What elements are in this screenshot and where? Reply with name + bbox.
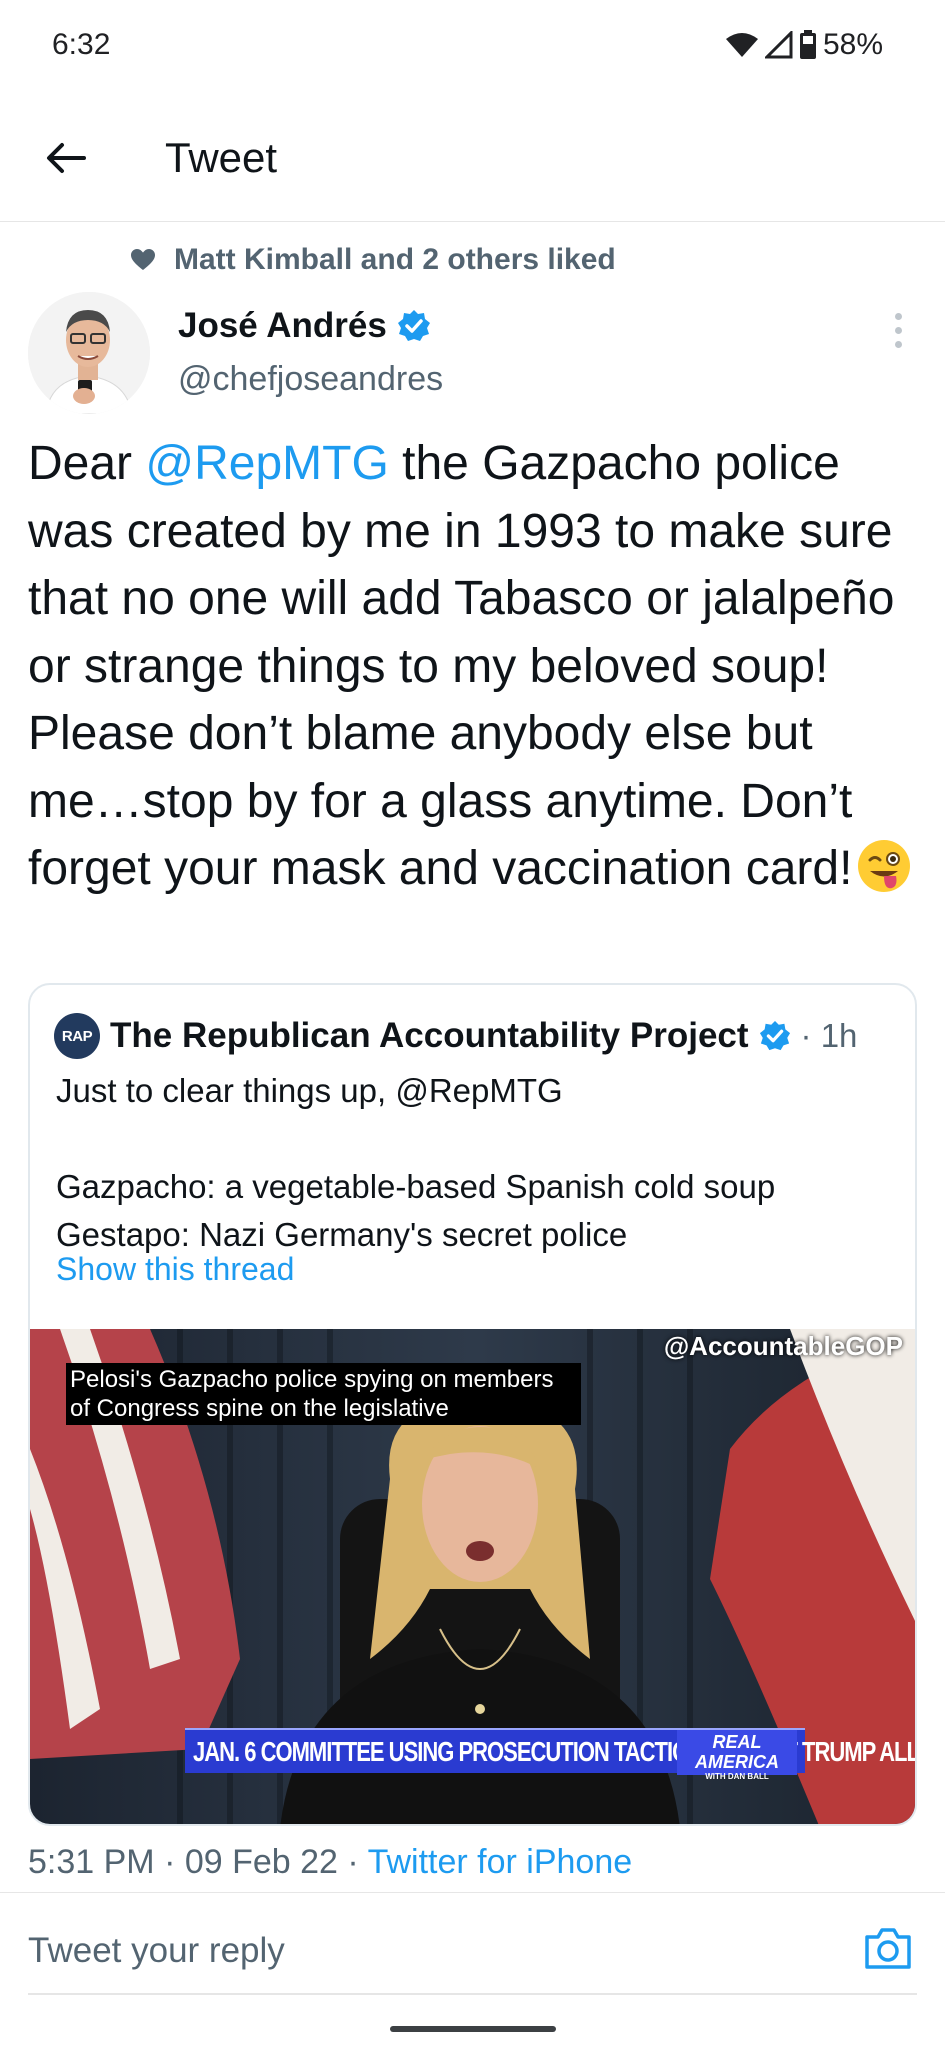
battery-percent: 58%: [822, 28, 883, 61]
more-dot-icon: [894, 312, 902, 320]
status-bar: 6:32 58%: [0, 0, 945, 94]
quoted-media-video[interactable]: @AccountableGOP Pelosi's Gazpacho police…: [30, 1329, 915, 1824]
arrow-left-icon: [47, 143, 86, 173]
quoted-line-2: Gazpacho: a vegetable-based Spanish cold…: [56, 1168, 776, 1205]
home-indicator[interactable]: [390, 2026, 556, 2032]
quoted-tweet-card[interactable]: RAP The Republican Accountability Projec…: [28, 983, 917, 1826]
reply-divider: [28, 1993, 917, 1995]
quoted-tweet-text: Just to clear things up, @RepMTG Gazpach…: [56, 1067, 906, 1259]
media-watermark: @AccountableGOP: [663, 1331, 903, 1361]
page-title: Tweet: [165, 134, 278, 181]
network-logo-line1: REAL: [712, 1732, 762, 1752]
news-chyron: JAN. 6 COMMITTEE USING PROSECUTION TACTI…: [185, 1728, 915, 1781]
reply-composer: Tweet your reply: [0, 1892, 945, 1996]
quoted-tweet-header: RAP The Republican Accountability Projec…: [54, 1013, 857, 1059]
battery-icon: [799, 30, 816, 59]
winking-face-with-tongue-icon: [858, 840, 911, 892]
timestamp-separator: ·: [154, 1843, 185, 1881]
signal-icon: [764, 31, 793, 59]
more-dot-icon: [894, 326, 902, 334]
media-caption: Pelosi's Gazpacho police spying on membe…: [66, 1363, 581, 1425]
network-logo-line3: WITH DAN BALL: [705, 1772, 769, 1781]
quoted-author-name: The Republican Accountability Project: [110, 1016, 749, 1055]
social-context[interactable]: Matt Kimball and 2 others liked: [130, 243, 616, 277]
author-display-name: José Andrés: [178, 306, 387, 345]
camera-icon: [865, 1928, 911, 1969]
timestamp-separator: ·: [337, 1843, 368, 1881]
author-name[interactable]: José Andrés: [178, 306, 431, 346]
more-dot-icon: [894, 340, 902, 348]
quoted-timestamp: · 1h: [800, 1017, 858, 1054]
quoted-avatar[interactable]: RAP: [54, 1013, 100, 1059]
network-logo-line2: AMERICA: [695, 1752, 779, 1772]
tweet-text-rest: the Gazpacho police was created by me in…: [28, 437, 895, 895]
mention-link[interactable]: @RepMTG: [145, 437, 388, 490]
camera-button[interactable]: [863, 1925, 913, 1971]
network-logo: REAL AMERICA WITH DAN BALL: [677, 1730, 797, 1781]
verified-badge-icon: [397, 310, 430, 341]
author-handle[interactable]: @chefjoseandres: [178, 360, 443, 399]
tweet-date[interactable]: 09 Feb 22: [185, 1843, 338, 1881]
show-thread-link[interactable]: Show this thread: [56, 1251, 294, 1288]
tweet-source-link[interactable]: Twitter for iPhone: [368, 1843, 633, 1881]
avatar-image: [28, 292, 150, 414]
wifi-icon: [725, 33, 758, 57]
social-context-text: Matt Kimball and 2 others liked: [174, 243, 616, 276]
tweet-time[interactable]: 5:31 PM: [28, 1843, 155, 1881]
chyron-text: JAN. 6 COMMITTEE USING PROSECUTION TACTI…: [193, 1735, 917, 1767]
quoted-line-1: Just to clear things up, @RepMTG: [56, 1072, 563, 1109]
status-time: 6:32: [52, 28, 111, 61]
reply-input[interactable]: Tweet your reply: [28, 1931, 285, 1971]
back-button[interactable]: [38, 130, 94, 186]
heart-icon: [131, 249, 155, 270]
tweet-timestamp: 5:31 PM · 09 Feb 22 · Twitter for iPhone: [28, 1843, 632, 1882]
verified-badge-icon: [759, 1020, 790, 1051]
tweet-text: Dear @RepMTG the Gazpacho police was cre…: [28, 430, 918, 903]
top-app-bar: Tweet: [0, 94, 945, 222]
status-icons: 58%: [725, 28, 883, 62]
more-options-button[interactable]: [883, 310, 913, 350]
avatar[interactable]: [28, 292, 150, 414]
tweet-text-start: Dear: [28, 437, 146, 490]
